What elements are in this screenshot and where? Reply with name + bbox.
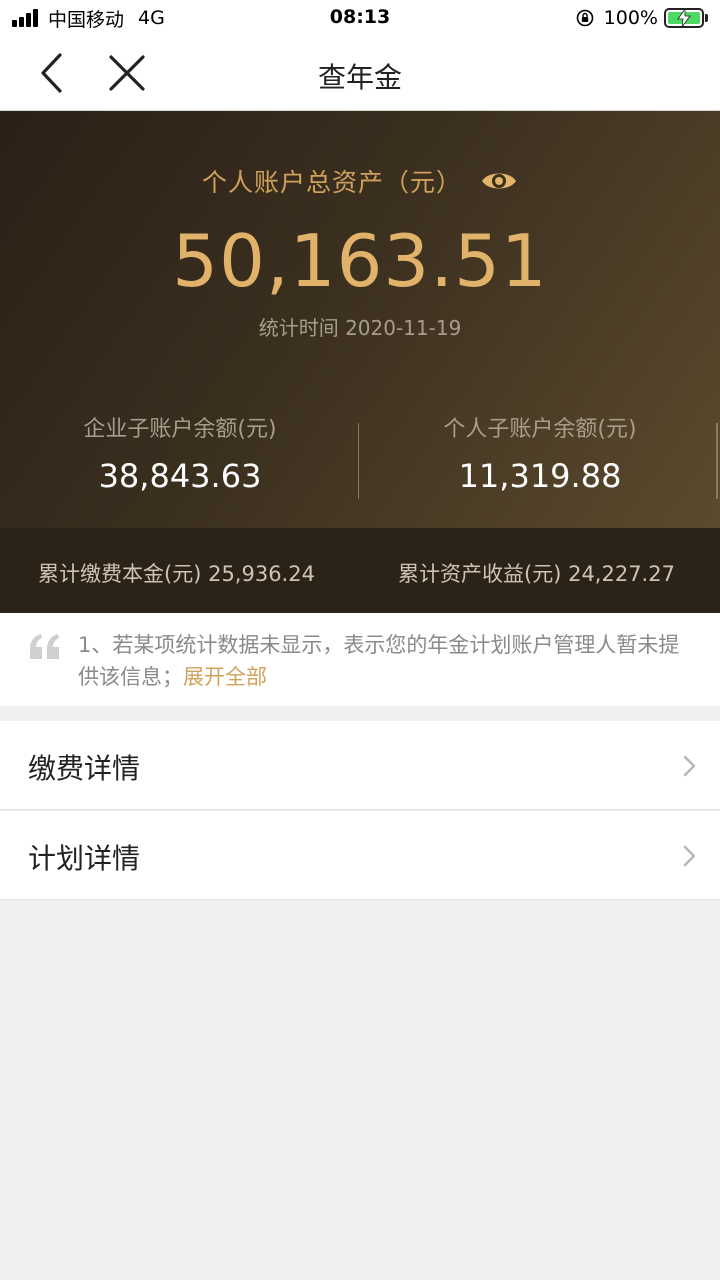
quote-icon <box>30 634 59 659</box>
notice-text: 1、若某项统计数据未显示，表示您的年金计划账户管理人暂未提供该信息；展开全部 <box>78 629 688 693</box>
expand-all-link[interactable]: 展开全部 <box>183 665 267 689</box>
column-divider <box>358 423 359 499</box>
menu-item-payment-details[interactable]: 缴费详情 <box>0 721 720 810</box>
accumulated-bar: 累计缴费本金(元) 25,936.24 累计资产收益(元) 24,227.27 <box>0 528 720 613</box>
menu-item-plan-details[interactable]: 计划详情 <box>0 811 720 900</box>
total-assets-label: 个人账户总资产（元） <box>201 168 462 197</box>
stat-date-label: 统计时间 <box>258 316 339 340</box>
asset-summary-card: 个人账户总资产（元） 50,163.51 统计时间 2020-11-19 企业子… <box>0 111 720 528</box>
personal-subaccount: 个人子账户余额(元) 11,319.88 <box>360 411 720 495</box>
personal-balance-label: 个人子账户余额(元) <box>443 417 637 442</box>
menu-item-label: 计划详情 <box>28 842 141 875</box>
accumulated-income: 累计资产收益(元) 24,227.27 <box>398 558 675 588</box>
principal-value: 25,936.24 <box>208 562 315 586</box>
battery-cap <box>705 14 708 22</box>
accumulated-principal: 累计缴费本金(元) 25,936.24 <box>38 558 315 588</box>
nav-bar: 查年金 <box>0 36 720 111</box>
charging-bolt-icon <box>677 9 691 27</box>
eye-icon[interactable] <box>480 168 518 194</box>
notice-message: 1、若某项统计数据未显示，表示您的年金计划账户管理人暂未提供该信息； <box>78 633 680 689</box>
status-bar: 中国移动 4G 08:13 100% <box>0 0 720 36</box>
page-title: 查年金 <box>317 61 402 94</box>
menu-item-label: 缴费详情 <box>28 752 141 785</box>
status-right: 100% <box>576 6 708 30</box>
rotation-lock-icon <box>576 9 593 27</box>
battery-percent: 100% <box>603 7 658 29</box>
enterprise-subaccount: 企业子账户余额(元) 38,843.63 <box>0 411 360 495</box>
enterprise-balance-value: 38,843.63 <box>98 457 262 495</box>
income-value: 24,227.27 <box>568 562 675 586</box>
principal-label: 累计缴费本金(元) <box>38 562 202 586</box>
chevron-right-icon <box>683 845 696 867</box>
battery-icon <box>664 8 704 28</box>
personal-balance-value: 11,319.88 <box>458 457 622 495</box>
right-edge-divider <box>716 423 718 499</box>
total-label-row: 个人账户总资产（元） <box>0 163 720 199</box>
stat-date-value: 2020-11-19 <box>345 316 462 340</box>
stat-date-row: 统计时间 2020-11-19 <box>0 312 720 341</box>
income-label: 累计资产收益(元) <box>398 562 562 586</box>
chevron-right-icon <box>683 755 696 777</box>
enterprise-balance-label: 企业子账户余额(元) <box>83 417 277 442</box>
total-assets-value: 50,163.51 <box>172 219 548 303</box>
notice-panel: 1、若某项统计数据未显示，表示您的年金计划账户管理人暂未提供该信息；展开全部 <box>0 613 720 706</box>
